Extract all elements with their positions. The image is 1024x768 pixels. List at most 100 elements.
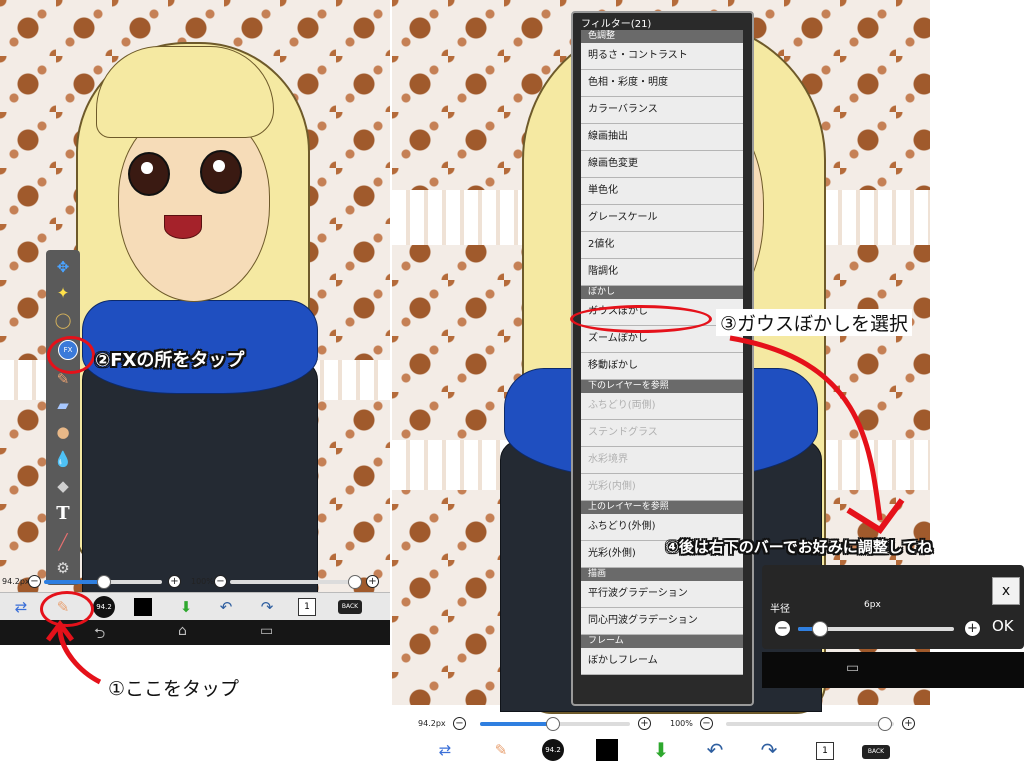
opacity-slider[interactable] (230, 580, 360, 584)
brush-highlight-circle (40, 591, 94, 627)
size-minus-button[interactable]: − (453, 717, 466, 730)
filter-item[interactable]: カラーバランス (581, 97, 743, 124)
back-nav-icon[interactable]: ⮌ (94, 623, 105, 645)
brush-sliders: 94.2px − + 100% − + (0, 572, 390, 592)
filter-item[interactable]: 線画色変更 (581, 151, 743, 178)
character-bangs (96, 46, 274, 138)
size-slider-fill (44, 580, 102, 584)
gaussian-blur-panel: x 半径 6px − + OK (762, 565, 1024, 649)
step1-callout: ①ここをタップ (104, 674, 244, 701)
blur-ok-button[interactable]: OK (992, 617, 1014, 635)
text-icon[interactable]: T (51, 502, 75, 526)
opacity-label: 100% (191, 577, 214, 586)
character-face (118, 110, 270, 302)
filter-item[interactable]: 単色化 (581, 178, 743, 205)
size-slider-fill (480, 722, 552, 726)
filter-item[interactable]: グレースケール (581, 205, 743, 232)
swap-tool-icon[interactable]: ⇄ (10, 596, 32, 618)
radius-value: 6px (864, 600, 881, 610)
step4-callout: ④後は右下のバーでお好みに調整してね (666, 538, 933, 556)
character-eye-left (128, 152, 170, 196)
brush-select-icon[interactable]: ✎ (490, 739, 512, 761)
filter-item[interactable]: 線画抽出 (581, 124, 743, 151)
filter-list: 色調整 明るさ・コントラスト 色相・彩度・明度 カラーバランス 線画抽出 線画色変更 単色化… (581, 30, 743, 675)
filter-item[interactable]: 色相・彩度・明度 (581, 70, 743, 97)
left-screenshot: ✥ ✦ ◯ FX ✎ ▰ ● 💧 ◆ T ╱ ⚙ 94.2px − + 100%… (0, 0, 390, 645)
download-icon[interactable]: ⬇ (650, 739, 672, 761)
character-mouth (164, 215, 202, 239)
move-icon[interactable]: ✥ (51, 255, 75, 279)
color-swatch[interactable] (134, 598, 152, 616)
recents-nav-icon[interactable]: ▭ (260, 623, 273, 639)
filter-panel-title: フィルター(21) (581, 19, 652, 30)
radius-plus-button[interactable]: + (964, 620, 981, 637)
brush-size-badge[interactable]: 94.2 (93, 596, 115, 618)
size-minus-button[interactable]: − (28, 575, 41, 588)
eraser-icon[interactable]: ▰ (51, 393, 75, 417)
back-button[interactable]: BACK (862, 745, 890, 759)
filter-item[interactable]: 移動ぼかし (581, 353, 743, 380)
action-bar: ⇄ ✎ 94.2 ⬇ ↶ ↷ 1 BACK (392, 736, 930, 768)
opacity-minus-button[interactable]: − (700, 717, 713, 730)
character-eye-right (200, 150, 242, 194)
undo-icon[interactable]: ↶ (215, 596, 237, 618)
opacity-plus-button[interactable]: + (902, 717, 915, 730)
opacity-slider-knob[interactable] (878, 717, 892, 731)
home-nav-icon[interactable]: ⌂ (178, 623, 187, 639)
download-icon[interactable]: ⬇ (175, 596, 197, 618)
size-plus-button[interactable]: + (638, 717, 651, 730)
filter-section-header: ぼかし (581, 286, 743, 299)
filter-item[interactable]: ぼかしフレーム (581, 648, 743, 675)
filter-panel: フィルター(21) 色調整 明るさ・コントラスト 色相・彩度・明度 カラーバランス 線画… (571, 11, 754, 706)
size-slider-knob[interactable] (546, 717, 560, 731)
back-button[interactable]: BACK (338, 600, 362, 614)
opacity-slider-knob[interactable] (348, 575, 362, 589)
filter-item[interactable]: 2値化 (581, 232, 743, 259)
filter-item[interactable]: 平行波グラデーション (581, 581, 743, 608)
filter-section-header: 描画 (581, 568, 743, 581)
step3-callout: ③ガウスぼかしを選択 (716, 309, 913, 336)
undo-icon[interactable]: ↶ (704, 739, 726, 761)
filter-item: 水彩境界 (581, 447, 743, 474)
radius-slider-knob[interactable] (812, 621, 828, 637)
filter-item[interactable]: 明るさ・コントラスト (581, 43, 743, 70)
opacity-plus-button[interactable]: + (366, 575, 379, 588)
tool-palette: ✥ ✦ ◯ FX ✎ ▰ ● 💧 ◆ T ╱ ⚙ (46, 250, 80, 585)
filter-section-header: フレーム (581, 635, 743, 648)
character-shirt (82, 360, 318, 594)
opacity-slider[interactable] (726, 722, 894, 726)
size-plus-button[interactable]: + (168, 575, 181, 588)
color-swatch[interactable] (596, 739, 618, 761)
brush-size-badge[interactable]: 94.2 (542, 739, 564, 761)
brush-sliders: 94.2px − + 100% − + (392, 714, 930, 734)
filter-section-header: 色調整 (581, 30, 743, 43)
brush-size-label: 94.2px (2, 577, 30, 586)
brush-size-label: 94.2px (418, 719, 446, 728)
layer-count-button[interactable]: 1 (298, 598, 316, 616)
layer-count-button[interactable]: 1 (816, 742, 834, 760)
lasso-icon[interactable]: ◯ (51, 308, 75, 332)
magic-wand-icon[interactable]: ✦ (51, 281, 75, 305)
filter-item[interactable]: 同心円波グラデーション (581, 608, 743, 635)
size-slider-knob[interactable] (97, 575, 111, 589)
shape-icon[interactable]: ◆ (51, 474, 75, 498)
radius-label: 半径 (770, 604, 790, 615)
swap-tool-icon[interactable]: ⇄ (434, 739, 456, 761)
radius-minus-button[interactable]: − (774, 620, 791, 637)
blur-close-button[interactable]: x (992, 577, 1020, 605)
opacity-minus-button[interactable]: − (214, 575, 227, 588)
smudge-icon[interactable]: ● (51, 420, 75, 444)
pen-icon[interactable]: ╱ (51, 530, 75, 554)
redo-icon[interactable]: ↷ (256, 596, 278, 618)
android-navbar: ▭ (762, 652, 1024, 688)
fx-highlight-circle (47, 336, 95, 374)
redo-icon[interactable]: ↷ (758, 739, 780, 761)
filter-item: ふちどり(両側) (581, 393, 743, 420)
bucket-icon[interactable]: 💧 (51, 447, 75, 471)
recents-nav-icon[interactable]: ▭ (846, 660, 859, 676)
filter-item[interactable]: 階調化 (581, 259, 743, 286)
filter-item: ステンドグラス (581, 420, 743, 447)
filter-section-header: 上のレイヤーを参照 (581, 501, 743, 514)
filter-section-header: 下のレイヤーを参照 (581, 380, 743, 393)
filter-item: 光彩(内側) (581, 474, 743, 501)
